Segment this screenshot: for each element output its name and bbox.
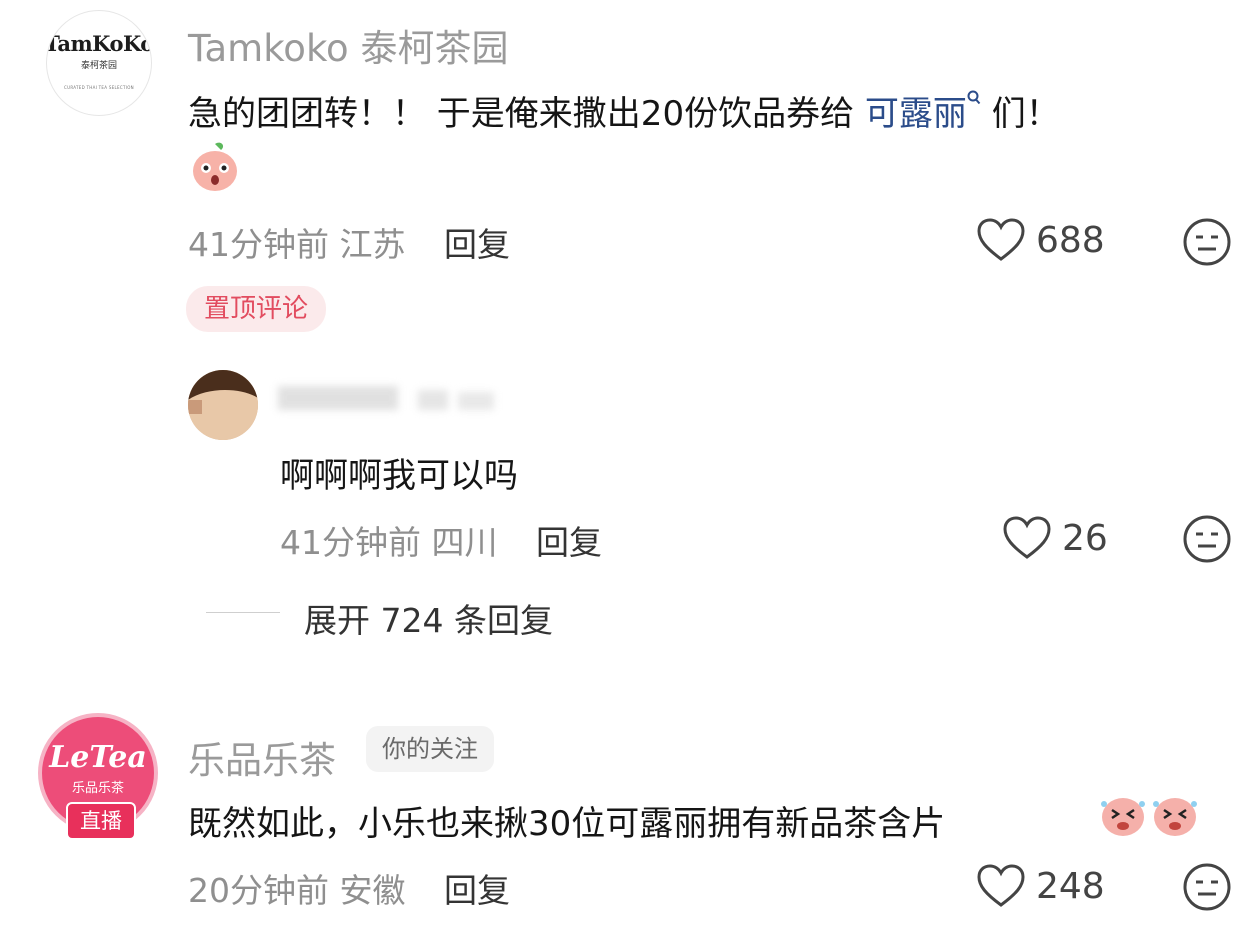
reply-time: 41分钟前 <box>280 523 421 562</box>
tamkoko-avatar[interactable]: TamKoKo 泰柯茶园 CURATED THAI TEA SELECTION <box>46 10 152 116</box>
comment-meta: 20分钟前 安徽 回复 <box>188 864 510 912</box>
user-photo-icon <box>188 370 258 440</box>
like-button[interactable]: 688 <box>976 218 1105 262</box>
reply-button[interactable]: 回复 <box>536 523 602 562</box>
mention-link[interactable]: 可露丽 <box>865 94 967 134</box>
reply-meta: 41分钟前 四川 回复 <box>280 516 602 564</box>
dislike-face-icon[interactable] <box>1182 514 1232 564</box>
dislike-face-icon[interactable] <box>1182 862 1232 912</box>
laughing-pig-sticker-icon <box>1153 798 1197 836</box>
reply-user-avatar[interactable] <box>188 370 258 440</box>
reply-like-button[interactable]: 26 <box>1002 516 1108 560</box>
comment-location: 江苏 <box>339 225 406 264</box>
comment-time: 20分钟前 <box>188 871 329 910</box>
reply-text: 啊啊啊我可以吗 <box>280 456 518 496</box>
heart-icon <box>977 218 1025 261</box>
live-badge[interactable]: 直播 <box>66 802 136 840</box>
blurred-username <box>278 378 498 418</box>
heart-icon <box>1003 516 1051 559</box>
like-button[interactable]: 248 <box>976 864 1105 908</box>
like-count: 26 <box>1062 517 1108 559</box>
expand-divider <box>206 612 280 613</box>
laughing-pig-sticker-icon <box>1101 798 1145 836</box>
reply-location: 四川 <box>431 523 498 562</box>
reply-button[interactable]: 回复 <box>444 871 510 910</box>
comment-username[interactable]: 乐品乐茶 <box>188 730 336 784</box>
like-count: 248 <box>1036 865 1105 907</box>
comment-username[interactable]: Tamkoko 泰柯茶园 <box>188 18 508 72</box>
comment-text: 既然如此，小乐也来揪30位可露丽拥有新品茶含片 <box>188 804 946 844</box>
comment-text: 急的团团转！！ 于是俺来撒出20份饮品券给 可露丽 们！ <box>188 86 1060 135</box>
pinned-badge: 置顶评论 <box>186 286 327 332</box>
search-icon <box>967 90 981 105</box>
comment-time: 41分钟前 <box>188 225 329 264</box>
pink-face-sticker-icon <box>193 142 237 191</box>
following-badge: 你的关注 <box>366 726 494 772</box>
dislike-face-icon[interactable] <box>1182 217 1232 267</box>
comment-location: 安徽 <box>339 871 406 910</box>
reply-button[interactable]: 回复 <box>444 225 510 264</box>
expand-replies-button[interactable]: 展开 724 条回复 <box>304 594 553 642</box>
comment-meta: 41分钟前 江苏 回复 <box>188 218 510 266</box>
like-count: 688 <box>1036 219 1105 261</box>
heart-icon <box>977 864 1025 907</box>
